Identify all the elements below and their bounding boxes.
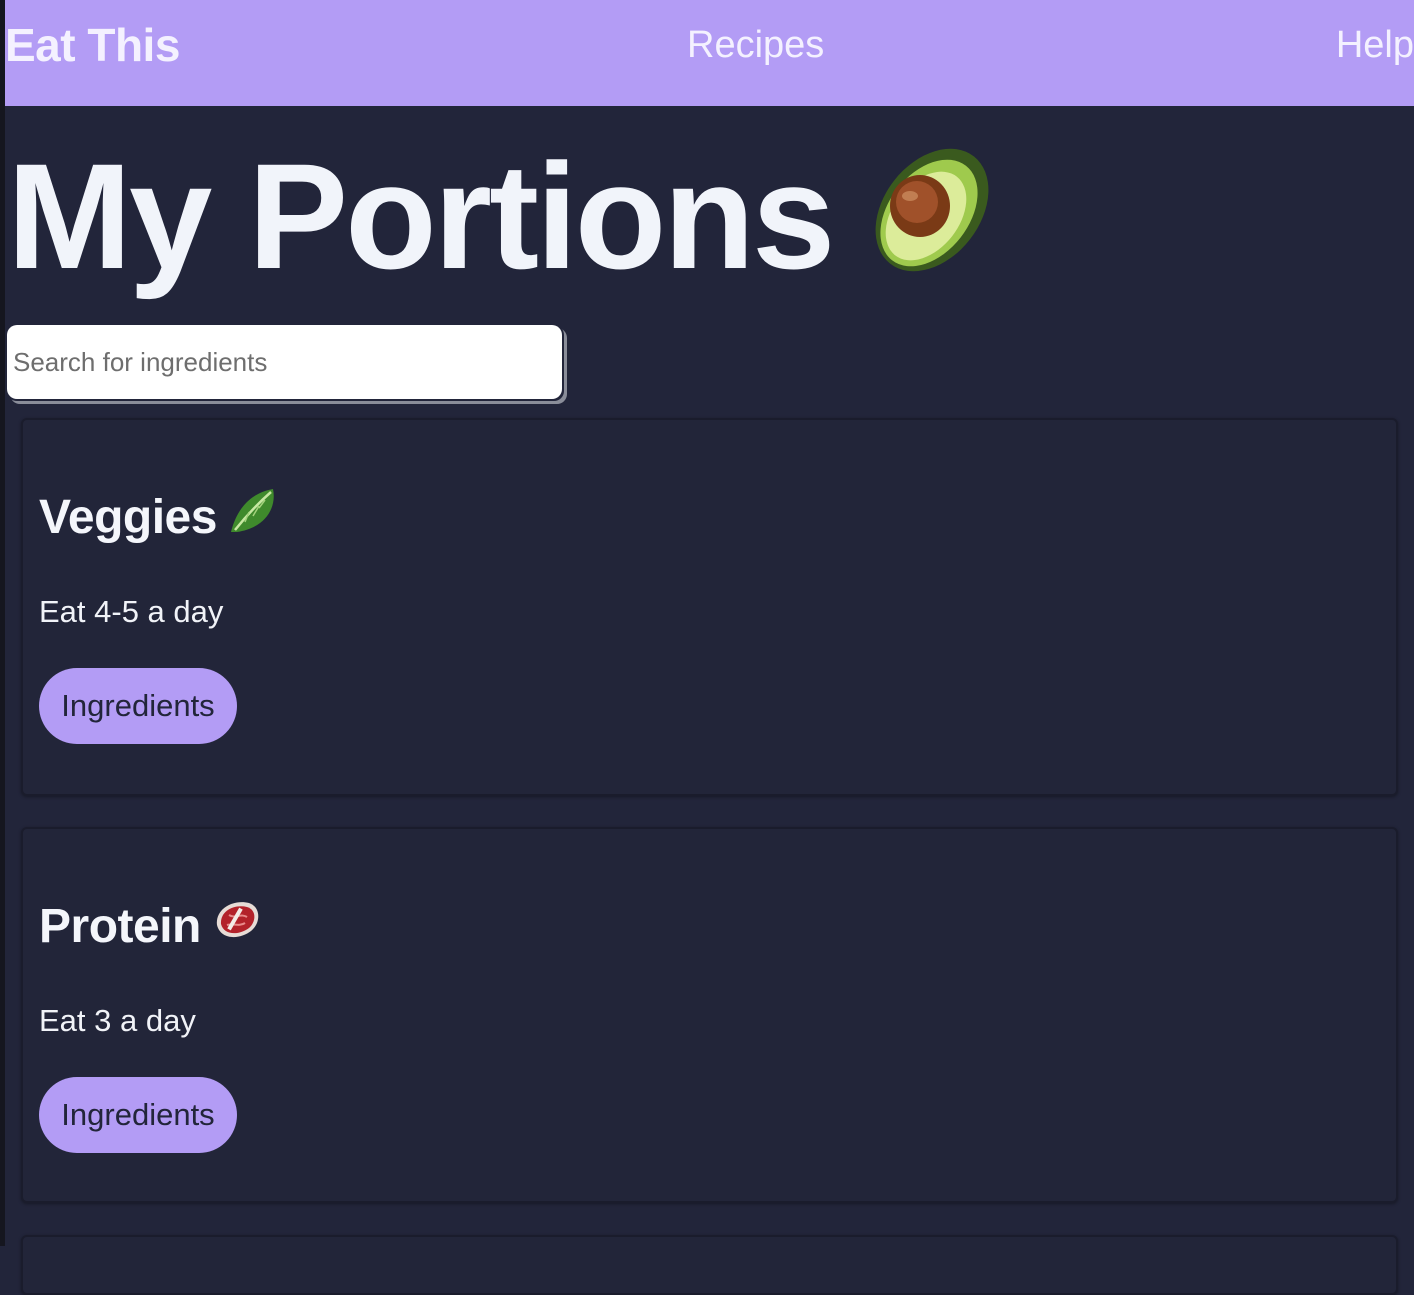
avocado-icon: [862, 134, 1002, 289]
navbar: Eat This Recipes Help: [5, 0, 1414, 106]
leafy-green-icon: [227, 486, 279, 548]
portion-guidance: Eat 4-5 a day: [39, 594, 224, 629]
app-page: Eat This Recipes Help My Portions Veggie…: [5, 0, 1414, 1295]
portion-guidance: Eat 3 a day: [39, 1003, 196, 1038]
search-box: [7, 325, 564, 401]
ingredients-button[interactable]: Ingredients: [39, 668, 237, 744]
card-title: Veggies: [39, 490, 217, 544]
card-heading: Protein: [39, 895, 263, 957]
card-title: Protein: [39, 899, 201, 953]
title-row: My Portions: [7, 136, 1002, 296]
ingredients-button[interactable]: Ingredients: [39, 1077, 237, 1153]
steak-icon: [211, 895, 263, 957]
brand-link[interactable]: Eat This: [5, 18, 180, 72]
portion-card-veggies: Veggies Eat 4-5 a day Ingredients: [21, 418, 1398, 796]
page-title: My Portions: [7, 132, 835, 300]
search-input[interactable]: [7, 325, 562, 399]
portion-card-protein: Protein Eat 3 a day Ingredients: [21, 827, 1398, 1203]
nav-link-recipes[interactable]: Recipes: [687, 24, 824, 67]
nav-link-help[interactable]: Help: [1336, 24, 1414, 67]
card-heading: Veggies: [39, 486, 279, 548]
portion-card-partial: [21, 1235, 1398, 1295]
